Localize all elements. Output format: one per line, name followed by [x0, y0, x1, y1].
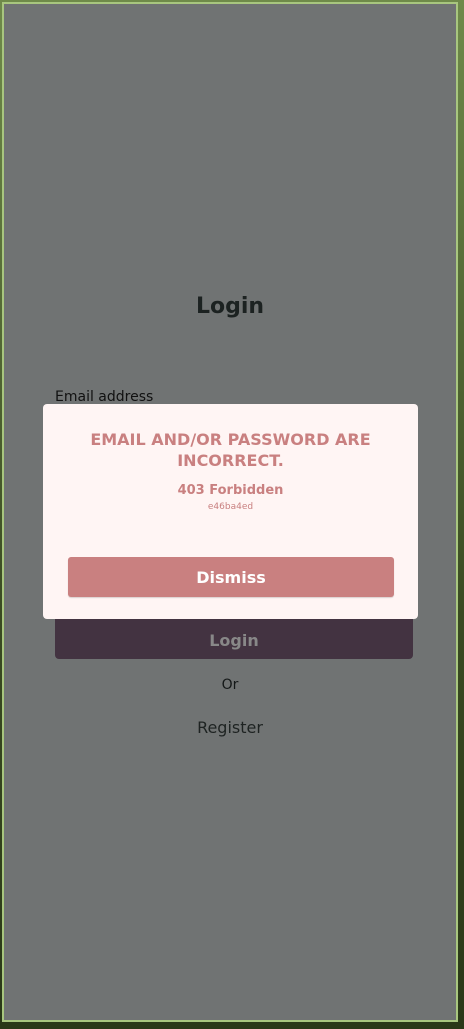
or-separator: Or: [221, 677, 239, 693]
page-title: Login: [195, 294, 265, 319]
dismiss-button[interactable]: Dismiss: [68, 557, 394, 597]
email-label: Email address: [55, 389, 154, 405]
error-status: 403 Forbidden: [177, 483, 284, 498]
register-link[interactable]: Register: [4, 718, 456, 737]
error-dialog: EMAIL AND/OR PASSWORD ARE INCORRECT. 403…: [43, 404, 418, 619]
error-id: e46ba4ed: [207, 502, 254, 512]
error-title: EMAIL AND/OR PASSWORD ARE INCORRECT.: [90, 430, 371, 470]
